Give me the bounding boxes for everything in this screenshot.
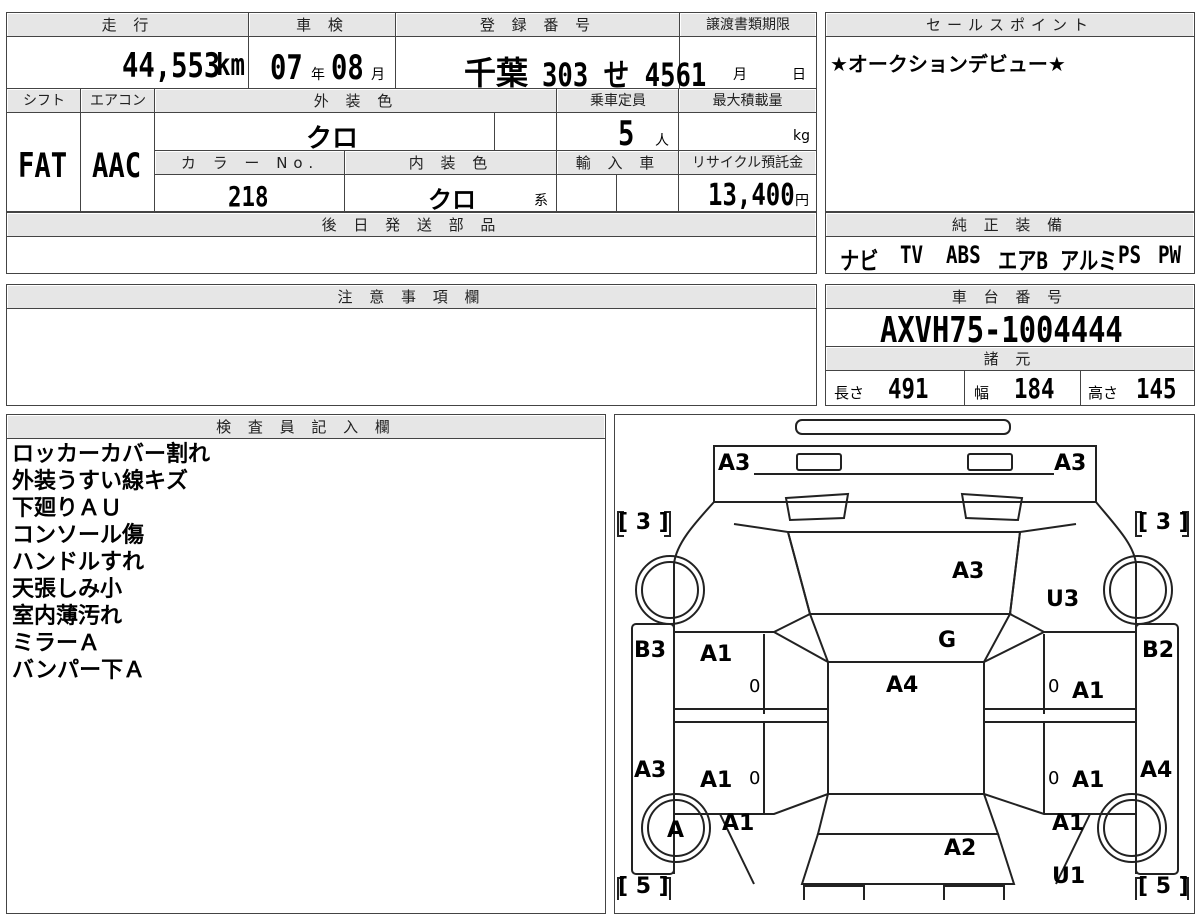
equip-pw: PW	[1158, 241, 1182, 269]
inspector-notes: ロッカーカバー割れ 外装うすい線キズ 下廻りＡＵ コンソール傷 ハンドルすれ 天…	[12, 441, 210, 684]
mirror-left: 0	[749, 676, 761, 697]
equip-alumi: アルミ	[1060, 247, 1118, 275]
capacity-unit: 人	[655, 133, 669, 149]
mileage-value: 44,553	[122, 46, 221, 86]
list-item: コンソール傷	[12, 523, 145, 548]
dmg-tire-fr: [ 3 ]	[1138, 510, 1189, 535]
spec-height-label: 高さ	[1088, 384, 1119, 402]
transfer-month-unit: 月	[733, 67, 747, 83]
aircon-value: AAC	[92, 146, 142, 186]
list-item: 天張しみ小	[12, 577, 123, 602]
dmg-windshield: G	[938, 628, 957, 653]
shaken-year: 07	[270, 48, 303, 88]
dmg-front-right: A3	[1054, 451, 1087, 476]
dmg-rear-right-side: A4	[1140, 758, 1173, 783]
spec-width-label: 幅	[974, 384, 990, 402]
dmg-rear-quarter-right: A1	[1052, 811, 1085, 836]
mileage-unit: km	[216, 48, 245, 83]
shaken-month-unit: 月	[371, 67, 385, 83]
dmg-rear-door-right: A1	[1072, 768, 1105, 793]
mirror-left-rear: 0	[749, 768, 761, 789]
dmg-rear-bumper-right: U1	[1052, 864, 1086, 889]
dmg-front-door-right: A1	[1072, 679, 1105, 704]
capacity-header: 乗車定員	[558, 90, 678, 112]
spec-length-label: 長さ	[834, 384, 865, 402]
list-item: ハンドルすれ	[12, 550, 145, 575]
list-item: 室内薄汚れ	[12, 604, 123, 629]
equip-tv: TV	[900, 241, 924, 269]
registration-header: 登 録 番 号	[397, 14, 679, 36]
shift-header: シフト	[8, 90, 80, 112]
transfer-day-unit: 日	[792, 67, 806, 83]
sales-point-box	[825, 12, 1195, 212]
equip-abs: ABS	[946, 241, 981, 269]
inspector-header: 検 査 員 記 入 欄	[8, 416, 604, 438]
aircon-header: エアコン	[82, 90, 154, 112]
dmg-right-front-side: B2	[1142, 638, 1175, 663]
interior-color-value: クロ	[428, 186, 476, 214]
list-item: ミラーＡ	[12, 631, 101, 656]
later-parts-header: 後 日 発 送 部 品	[8, 214, 815, 236]
spec-height-value: 145	[1136, 372, 1177, 405]
dmg-hood: A3	[952, 559, 985, 584]
interior-color-suffix: 系	[534, 193, 548, 209]
recycle-unit: 円	[795, 193, 809, 209]
equip-ps: PS	[1118, 241, 1142, 269]
recycle-value: 13,400	[708, 178, 795, 213]
list-item: ロッカーカバー割れ	[12, 442, 211, 467]
shaken-header: 車 検	[250, 14, 395, 36]
dmg-rear-quarter-left: A1	[722, 811, 755, 836]
color-no-header: カ ラ ー No.	[156, 152, 344, 174]
dmg-tire-fl: [ 3 ]	[618, 510, 669, 535]
genuine-equipment-header: 純 正 装 備	[827, 214, 1193, 236]
sales-point-text: ★オークションデビュー★	[830, 52, 1066, 76]
dmg-wheel-rl: A	[667, 818, 685, 843]
dmg-left-front-side: B3	[634, 638, 667, 663]
equip-navi: ナビ	[840, 247, 879, 275]
dmg-front-left: A3	[718, 451, 751, 476]
mileage-header: 走 行	[8, 14, 248, 36]
dmg-trunk: A2	[944, 836, 977, 861]
dmg-tire-rr: [ 5 ]	[1138, 874, 1189, 899]
mirror-right-rear: 0	[1048, 768, 1060, 789]
recycle-header: リサイクル預託金	[680, 152, 815, 174]
shaken-month: 08	[331, 48, 364, 88]
equip-airbag: エアB	[998, 247, 1048, 275]
interior-color-header: 内 装 色	[346, 152, 556, 174]
list-item: 外装うすい線キズ	[12, 469, 189, 494]
list-item: 下廻りＡＵ	[12, 496, 123, 521]
sales-point-header: セールスポイント	[827, 14, 1193, 36]
dmg-tire-rl: [ 5 ]	[618, 874, 669, 899]
list-item: バンパー下Ａ	[12, 658, 146, 683]
transfer-deadline-header: 譲渡書類期限	[681, 14, 815, 36]
shaken-year-unit: 年	[311, 67, 325, 83]
color-no-value: 218	[228, 180, 269, 213]
dmg-front-door-left: A1	[700, 642, 733, 667]
chassis-value: AXVH75-1004444	[880, 310, 1123, 351]
mirror-right: 0	[1048, 676, 1060, 697]
dmg-fender-front-right: U3	[1046, 587, 1080, 612]
import-header: 輸 入 車	[558, 152, 678, 174]
spec-length-value: 491	[888, 372, 929, 405]
chassis-header: 車 台 番 号	[827, 286, 1193, 308]
capacity-value: 5	[618, 114, 635, 154]
dmg-roof: A4	[886, 673, 919, 698]
caution-header: 注 意 事 項 欄	[8, 286, 815, 308]
spec-width-value: 184	[1014, 372, 1055, 405]
specs-header: 諸 元	[827, 348, 1193, 370]
max-load-unit: kg	[793, 128, 810, 144]
dmg-rear-left-side: A3	[634, 758, 667, 783]
dmg-rear-door-left: A1	[700, 768, 733, 793]
exterior-color-header: 外 装 色	[156, 90, 556, 112]
shift-value: FAT	[18, 146, 68, 186]
max-load-header: 最大積載量	[680, 90, 815, 112]
